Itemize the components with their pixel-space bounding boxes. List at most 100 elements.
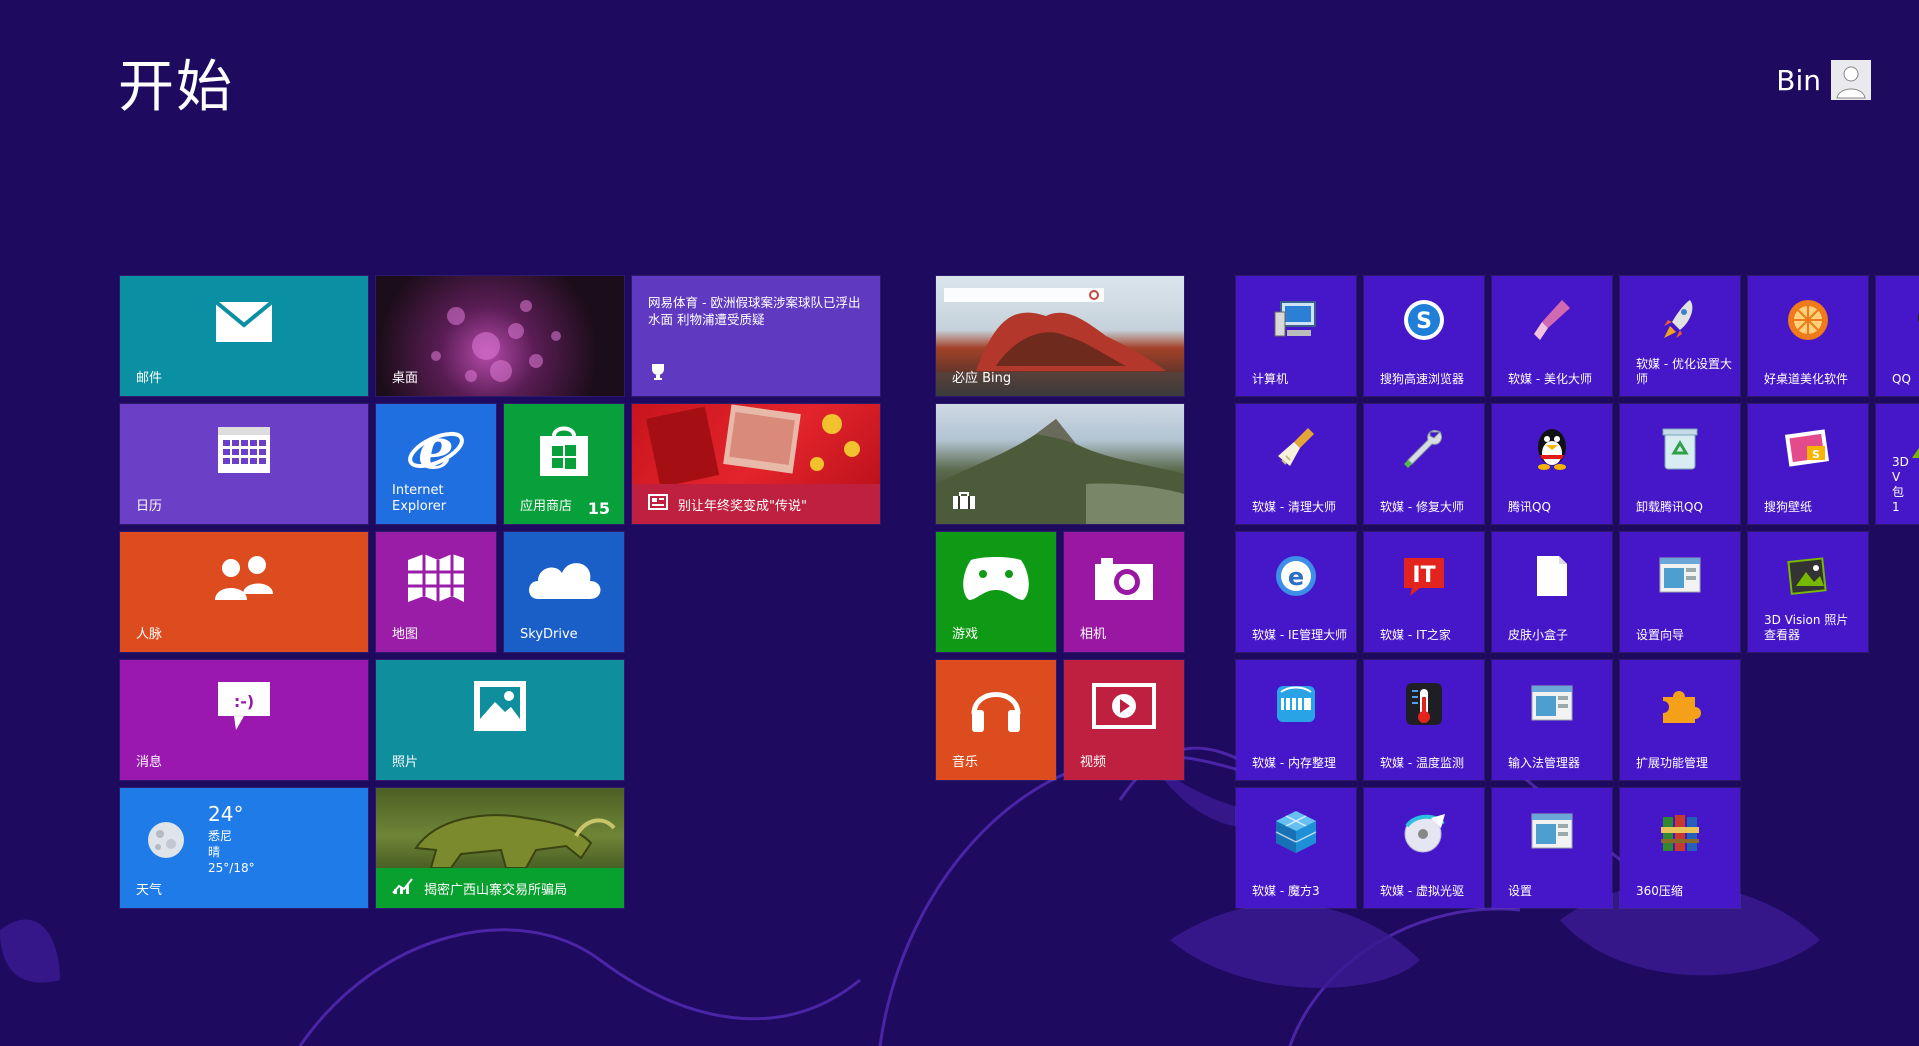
tile-maps[interactable]: 地图: [375, 531, 497, 653]
news-headline: 揭密广西山寨交易所骗局: [424, 882, 568, 898]
tile-label: 软媒 - IE管理大师: [1252, 628, 1348, 642]
tile-store[interactable]: 应用商店 15: [503, 403, 625, 525]
tile-label: Internet Explorer: [392, 483, 447, 514]
stock-chart-icon: [392, 877, 414, 899]
avatar[interactable]: [1831, 60, 1871, 100]
app-tile[interactable]: 3D V 包 1: [1875, 403, 1919, 525]
tile-music[interactable]: 音乐: [935, 659, 1057, 781]
red-envelope-image: [646, 404, 860, 484]
tile-label: 邮件: [136, 371, 163, 386]
tile-mail[interactable]: 邮件: [119, 275, 369, 397]
tile-desktop[interactable]: 桌面: [375, 275, 625, 397]
window-icon: [1530, 812, 1574, 856]
penguin-icon: [1532, 425, 1572, 475]
tile-label: 必应 Bing: [952, 371, 1012, 386]
tile-label: 人脉: [136, 627, 163, 642]
app-tile[interactable]: 软媒 - 美化大师: [1491, 275, 1613, 397]
weather-condition: 晴: [208, 845, 221, 859]
tile-travel[interactable]: [935, 403, 1185, 525]
cloud-icon: [524, 553, 604, 607]
app-tile[interactable]: 软媒 - 清理大师: [1235, 403, 1357, 525]
tile-skydrive[interactable]: SkyDrive: [503, 531, 625, 653]
app-tile[interactable]: S 搜狗高速浏览器: [1363, 275, 1485, 397]
app-tile[interactable]: 计算机: [1235, 275, 1357, 397]
calendar-icon: [217, 426, 271, 478]
trophy-icon: [648, 362, 668, 386]
app-tile[interactable]: QQ: [1875, 275, 1919, 397]
3d-photo-viewer-icon: [1786, 554, 1830, 602]
disc-icon: [1401, 810, 1447, 858]
app-tile[interactable]: S 搜狗壁纸: [1747, 403, 1869, 525]
svg-text::-): :-): [234, 692, 254, 711]
app-tile[interactable]: 设置向导: [1619, 531, 1741, 653]
tile-bing[interactable]: 必应 Bing: [935, 275, 1185, 397]
camera-icon: [1093, 554, 1155, 606]
app-tile[interactable]: 软媒 - 虚拟光驱: [1363, 787, 1485, 909]
tile-games[interactable]: 游戏: [935, 531, 1057, 653]
tile-label: 软媒 - 内存整理: [1252, 756, 1336, 770]
app-tile[interactable]: 腾讯QQ: [1491, 403, 1613, 525]
tile-label: 桌面: [392, 371, 419, 386]
tile-label: 消息: [136, 755, 163, 770]
tile-label: 输入法管理器: [1508, 756, 1581, 770]
app-tile[interactable]: 软媒 - 温度监测: [1363, 659, 1485, 781]
weather-city: 悉尼: [208, 829, 233, 843]
app-tile[interactable]: 皮肤小盒子: [1491, 531, 1613, 653]
app-tile[interactable]: 扩展功能管理: [1619, 659, 1741, 781]
app-tile[interactable]: 3D Vision 照片查看器: [1747, 531, 1869, 653]
svg-text:e: e: [1288, 563, 1304, 591]
app-tile[interactable]: 好桌道美化软件: [1747, 275, 1869, 397]
tile-label: 软媒 - 修复大师: [1380, 500, 1464, 514]
tile-video[interactable]: 视频: [1063, 659, 1185, 781]
tile-label: 地图: [392, 627, 419, 642]
app-tile[interactable]: 软媒 - 魔方3: [1235, 787, 1357, 909]
news-headline: 别让年终奖变成"传说": [678, 498, 807, 514]
app-tile[interactable]: 卸载腾讯QQ: [1619, 403, 1741, 525]
app-tile[interactable]: 软媒 - 内存整理: [1235, 659, 1357, 781]
app-tile[interactable]: e 软媒 - IE管理大师: [1235, 531, 1357, 653]
tile-finance-news[interactable]: 揭密广西山寨交易所骗局: [375, 787, 625, 909]
xbox-controller-icon: [961, 554, 1031, 606]
orange-icon: [1786, 298, 1830, 346]
tile-label: 皮肤小盒子: [1508, 628, 1569, 642]
app-tile[interactable]: 软媒 - 修复大师: [1363, 403, 1485, 525]
wallpaper-icon: S: [1784, 428, 1831, 472]
it-home-icon: IT: [1402, 556, 1446, 600]
tile-label: 3D V 包 1: [1892, 455, 1909, 514]
app-tile[interactable]: 设置: [1491, 787, 1613, 909]
envelope-icon: [214, 300, 274, 347]
brush-icon: [1532, 298, 1572, 346]
newspaper-icon: [648, 494, 668, 514]
app-tile[interactable]: 软媒 - 优化设置大师: [1619, 275, 1741, 397]
app-tile[interactable]: 输入法管理器: [1491, 659, 1613, 781]
user-account[interactable]: Bin: [1776, 60, 1871, 100]
tile-news-year-end-bonus[interactable]: 别让年终奖变成"传说": [631, 403, 881, 525]
tile-label: 设置向导: [1636, 628, 1685, 642]
thermometer-icon: [1404, 681, 1444, 731]
cube-icon: [1274, 809, 1318, 859]
app-tile[interactable]: IT 软媒 - IT之家: [1363, 531, 1485, 653]
sogou-browser-icon: S: [1402, 298, 1446, 346]
tile-label: 软媒 - 温度监测: [1380, 756, 1464, 770]
memory-icon: [1273, 682, 1319, 730]
tile-label: 计算机: [1252, 372, 1289, 386]
tile-camera[interactable]: 相机: [1063, 531, 1185, 653]
tile-label: 软媒 - 虚拟光驱: [1380, 884, 1464, 898]
tile-label: 视频: [1080, 755, 1107, 770]
tile-label: 应用商店: [520, 499, 573, 514]
weather-temperature: 24°: [208, 802, 244, 826]
chat-bubble-icon: :-): [214, 680, 274, 736]
tile-photos[interactable]: 照片: [375, 659, 625, 781]
app-tile[interactable]: 360压缩: [1619, 787, 1741, 909]
user-name: Bin: [1776, 63, 1821, 97]
tile-news[interactable]: 网易体育 - 欧洲假球案涉案球队已浮出水面 利物浦遭受质疑: [631, 275, 881, 397]
svg-text:S: S: [1812, 448, 1820, 461]
tile-calendar[interactable]: 日历: [119, 403, 369, 525]
tile-people[interactable]: 人脉: [119, 531, 369, 653]
internet-explorer-icon: e: [406, 416, 466, 484]
tile-messaging[interactable]: :-) 消息: [119, 659, 369, 781]
tile-weather[interactable]: 24° 悉尼 晴 25°/18° 天气: [119, 787, 369, 909]
moon-icon: [146, 820, 186, 864]
tile-internet-explorer[interactable]: e Internet Explorer: [375, 403, 497, 525]
news-strip: 别让年终奖变成"传说": [632, 484, 880, 524]
